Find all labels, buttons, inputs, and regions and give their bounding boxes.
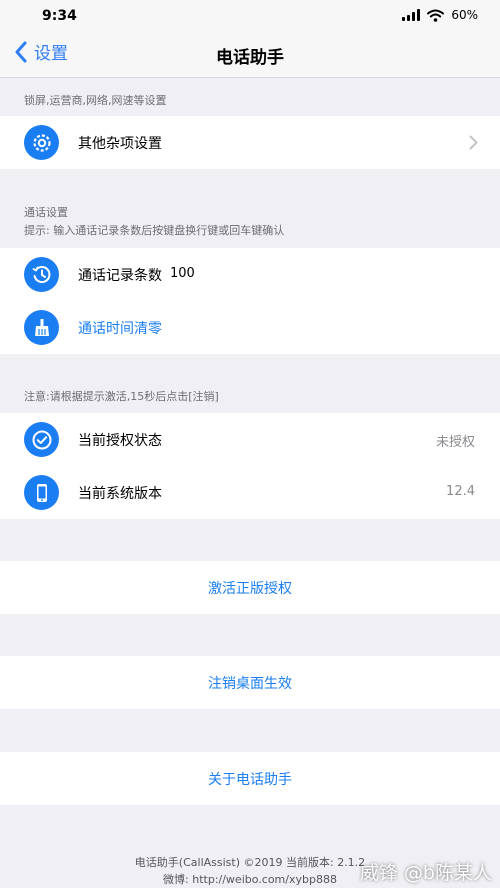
section-header-call: 通话设置 bbox=[24, 206, 68, 219]
row-label: 当前授权状态 bbox=[78, 433, 162, 449]
about-button[interactable]: 关于电话助手 bbox=[0, 752, 500, 805]
status-bar: 9:34 60% bbox=[0, 0, 500, 32]
row-label: 通话记录条数 bbox=[78, 268, 162, 284]
call-count-input[interactable]: 100 bbox=[170, 266, 195, 281]
page-title: 电话助手 bbox=[216, 48, 284, 68]
history-icon bbox=[24, 257, 59, 292]
status-time: 9:34 bbox=[42, 8, 77, 24]
battery-text: 60% bbox=[451, 8, 478, 22]
status-indicators: 60% bbox=[402, 8, 478, 22]
signal-icon bbox=[402, 9, 421, 21]
section-header-misc: 锁屏,运营商,网络,网速等设置 bbox=[24, 94, 167, 107]
activate-license-button[interactable]: 激活正版授权 bbox=[0, 561, 500, 614]
license-status-value: 未授权 bbox=[435, 435, 475, 450]
gear-icon bbox=[24, 125, 59, 160]
chevron-right-icon bbox=[469, 135, 478, 150]
section-header-license: 注意:请根据提示激活,15秒后点击[注销] bbox=[24, 390, 219, 403]
row-call-count[interactable]: 通话记录条数 100 bbox=[0, 248, 500, 301]
phone-icon bbox=[24, 475, 59, 510]
section-hint-call: 提示: 输入通话记录条数后按键盘换行键或回车键确认 bbox=[24, 224, 285, 237]
broom-icon bbox=[24, 310, 59, 345]
row-label: 其他杂项设置 bbox=[78, 136, 162, 152]
logout-desktop-button[interactable]: 注销桌面生效 bbox=[0, 656, 500, 709]
watermark: 威锋 @b陈某人 bbox=[359, 862, 492, 884]
row-label: 当前系统版本 bbox=[78, 486, 162, 502]
wifi-icon bbox=[427, 9, 445, 22]
row-license-status[interactable]: 当前授权状态 未授权 bbox=[0, 413, 500, 466]
row-call-reset[interactable]: 通话时间清零 bbox=[0, 301, 500, 354]
row-misc-settings[interactable]: 其他杂项设置 bbox=[0, 116, 500, 169]
check-circle-icon bbox=[24, 422, 59, 457]
row-label: 通话时间清零 bbox=[78, 321, 162, 337]
row-system-version[interactable]: 当前系统版本 12.4 bbox=[0, 466, 500, 519]
system-version-value: 12.4 bbox=[446, 484, 475, 499]
group-misc: 其他杂项设置 bbox=[0, 116, 500, 169]
nav-bar: 设置 电话助手 bbox=[0, 32, 500, 78]
group-license: 当前授权状态 未授权 当前系统版本 12.4 bbox=[0, 413, 500, 519]
group-call: 通话记录条数 100 通话时间清零 bbox=[0, 248, 500, 354]
